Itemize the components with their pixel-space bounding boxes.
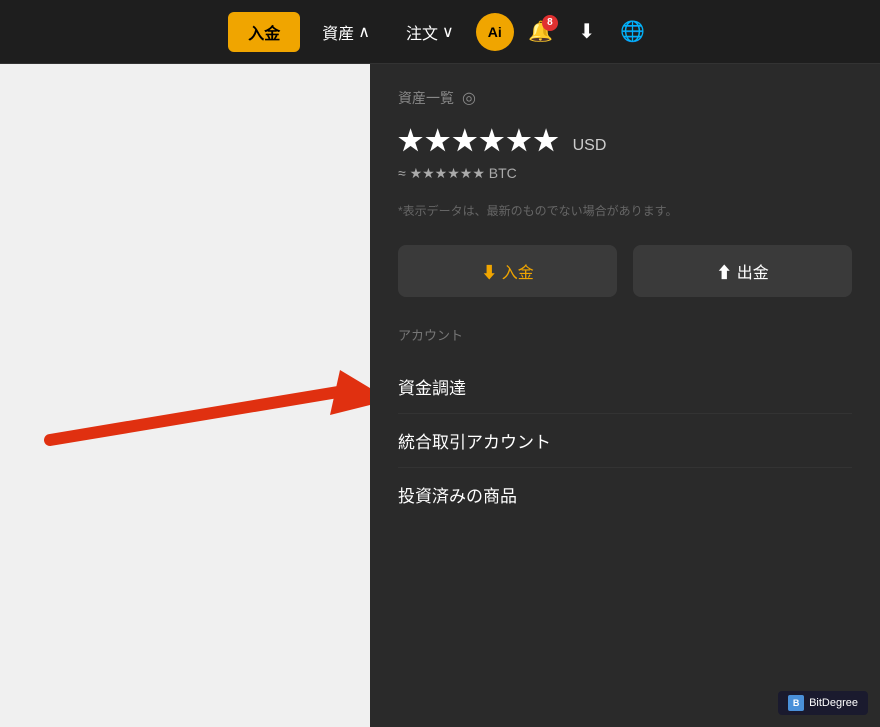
orders-chevron-icon: ∨ bbox=[442, 22, 454, 42]
disclaimer-text: *表示データは、最新のものでない場合があります。 bbox=[398, 202, 852, 221]
masked-balance: ★★★★★★ bbox=[398, 124, 561, 157]
menu-item-unified-trading[interactable]: 統合取引アカウント bbox=[398, 414, 852, 468]
account-section-label: アカウント bbox=[398, 325, 852, 344]
orders-nav-item[interactable]: 注文 ∨ bbox=[392, 12, 468, 52]
user-initial: Ai bbox=[488, 24, 502, 40]
btc-label: BTC bbox=[489, 165, 517, 181]
asset-value-row: ★★★★★★ USD bbox=[398, 124, 852, 157]
notification-button[interactable]: 🔔 8 bbox=[522, 13, 560, 51]
assets-nav-item[interactable]: 資産 ∧ bbox=[308, 12, 384, 52]
balance-currency: USD bbox=[573, 137, 607, 155]
download-icon: ⬇ bbox=[578, 19, 595, 44]
btc-balance-row: ≈ ★★★★★★ BTC bbox=[398, 165, 852, 182]
menu-item-invested-products[interactable]: 投資済みの商品 bbox=[398, 468, 852, 521]
assets-chevron-icon: ∧ bbox=[358, 22, 370, 42]
btc-balance: ≈ ★★★★★★ bbox=[398, 165, 485, 181]
download-button[interactable]: ⬇ bbox=[568, 13, 606, 51]
navbar: 入金 資産 ∧ 注文 ∨ Ai 🔔 8 ⬇ 🌐 bbox=[0, 0, 880, 64]
action-buttons: ⬇ 入金 ⬆ 出金 bbox=[398, 245, 852, 297]
deposit-nav-button[interactable]: 入金 bbox=[228, 12, 300, 52]
asset-overview-label: 資産一覧 bbox=[398, 88, 454, 108]
withdraw-action-button[interactable]: ⬆ 出金 bbox=[633, 245, 852, 297]
eye-off-icon[interactable]: ◎ bbox=[462, 88, 476, 108]
globe-icon: 🌐 bbox=[620, 19, 645, 44]
deposit-action-button[interactable]: ⬇ 入金 bbox=[398, 245, 617, 297]
menu-item-funding[interactable]: 資金調達 bbox=[398, 360, 852, 414]
bitdegree-label: BitDegree bbox=[809, 697, 858, 709]
asset-overview-row: 資産一覧 ◎ bbox=[398, 88, 852, 108]
assets-label: 資産 bbox=[322, 20, 354, 44]
language-button[interactable]: 🌐 bbox=[614, 13, 652, 51]
left-background bbox=[0, 64, 370, 727]
assets-dropdown: 資産一覧 ◎ ★★★★★★ USD ≈ ★★★★★★ BTC *表示データは、最… bbox=[370, 64, 880, 727]
orders-label: 注文 bbox=[406, 20, 438, 44]
bitdegree-watermark: B BitDegree bbox=[778, 691, 868, 715]
user-avatar[interactable]: Ai bbox=[476, 13, 514, 51]
notification-badge: 8 bbox=[542, 15, 558, 31]
bitdegree-icon: B bbox=[788, 695, 804, 711]
